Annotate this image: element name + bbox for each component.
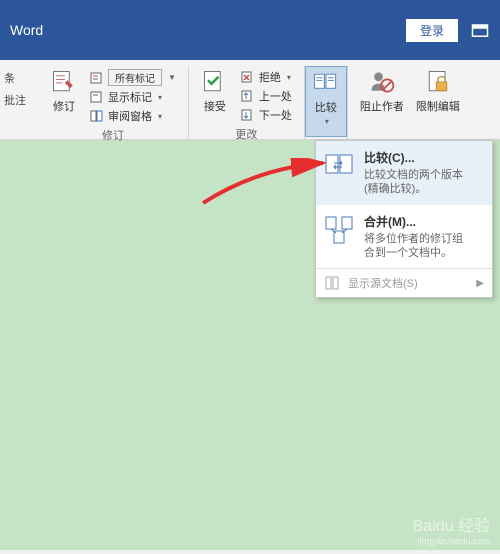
track-changes-button[interactable]: 修订 [44, 66, 84, 127]
show-source-menu-item: 显示源文档(S) ▶ [316, 269, 492, 297]
compare-button[interactable]: 比较 ▾ [305, 66, 347, 137]
restrict-editing-button[interactable]: 限制编辑 [410, 66, 466, 137]
login-button[interactable]: 登录 [406, 19, 458, 42]
merge-desc: 将多位作者的修订组合到一个文档中。 [364, 232, 484, 261]
source-doc-icon [324, 275, 340, 291]
merge-icon [324, 213, 356, 245]
block-authors-button[interactable]: 阻止作者 [354, 66, 410, 137]
reject-dropdown[interactable]: 拒绝 ▾ [237, 68, 296, 86]
next-change-button[interactable]: 下一处 [237, 106, 296, 124]
compare-dropdown-menu: 比较(C)... 比较文档的两个版本(精确比较)。 合并(M)... 将多位作者… [315, 140, 493, 298]
compare-desc: 比较文档的两个版本(精确比较)。 [364, 168, 484, 197]
app-title: Word [10, 22, 43, 38]
ribbon-display-options-icon[interactable] [470, 20, 490, 40]
reviewing-pane-dropdown[interactable]: 审阅窗格 ▾ [86, 107, 180, 125]
show-markup-dropdown[interactable]: 显示标记 ▾ [86, 88, 180, 106]
ribbon-partial-left: 条 批注 [0, 66, 38, 139]
submenu-caret-icon: ▶ [476, 278, 484, 289]
compare-title: 比较(C)... [364, 149, 484, 166]
display-for-review-dropdown[interactable]: 所有标记 ▼ [86, 68, 180, 87]
accept-button[interactable]: 接受 [195, 66, 235, 126]
changes-group-label: 更改 [235, 126, 257, 142]
previous-change-button[interactable]: 上一处 [237, 87, 296, 105]
merge-title: 合并(M)... [364, 213, 484, 230]
compare-menu-item[interactable]: 比较(C)... 比较文档的两个版本(精确比较)。 [316, 141, 492, 205]
watermark: Baidu 经验 jingyan.baidu.com [413, 512, 490, 546]
merge-menu-item[interactable]: 合并(M)... 将多位作者的修订组合到一个文档中。 [316, 205, 492, 269]
compare-icon [324, 149, 356, 181]
revisions-group-label: 修订 [102, 127, 124, 143]
